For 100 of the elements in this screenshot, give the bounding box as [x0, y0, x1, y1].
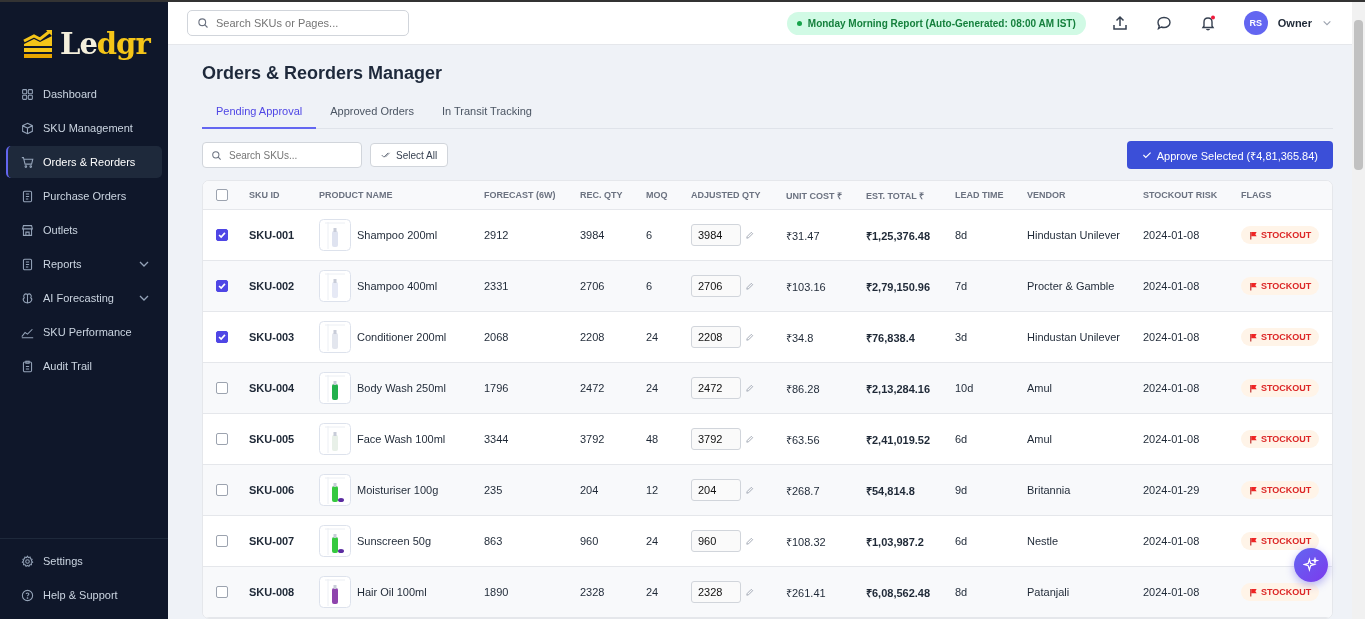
table-cell-text: 2068 — [484, 331, 510, 343]
table-cell-text: ₹86.28 — [786, 381, 821, 396]
checkbox[interactable] — [216, 484, 228, 496]
search-field[interactable]: Search SKUs... — [202, 142, 362, 168]
column-header: LEAD TIME — [955, 190, 1005, 200]
table-cell-text: ₹54,814.8 — [866, 483, 916, 498]
search-field[interactable]: Search SKUs or Pages... — [187, 10, 409, 36]
quantity-field[interactable]: 2706 — [691, 275, 741, 297]
pencil-icon[interactable] — [745, 230, 754, 240]
sidebar-item[interactable]: Purchase Orders — [6, 180, 162, 212]
pencil-icon[interactable] — [745, 434, 754, 444]
column-header: FORECAST (6W) — [484, 190, 557, 200]
document-icon — [21, 189, 34, 203]
table-cell-text: 24 — [646, 535, 660, 547]
table-cell-text: 10d — [955, 382, 975, 394]
table-cell-text: ₹76,838.4 — [866, 330, 916, 345]
checkbox[interactable] — [216, 229, 228, 241]
logo-icon — [22, 29, 54, 59]
checkbox[interactable] — [216, 586, 228, 598]
sidebar-item[interactable]: Dashboard — [6, 78, 162, 110]
column-header: PRODUCT NAME — [319, 190, 394, 200]
checkbox[interactable] — [216, 280, 228, 292]
brain-icon — [21, 291, 34, 305]
report-status-pill[interactable]: Monday Morning Report (Auto-Generated: 08:00 AM IST) — [786, 11, 1086, 35]
table-cell-text: SKU-007 — [249, 535, 296, 547]
quantity-field[interactable]: 960 — [691, 530, 741, 552]
table-cell-text: ₹31.47 — [786, 228, 821, 243]
checkbox[interactable] — [216, 433, 228, 445]
checkbox[interactable] — [216, 331, 228, 343]
sidebar-item[interactable]: Outlets — [6, 214, 162, 246]
stockout-badge: STOCKOUT — [1241, 532, 1320, 550]
tab[interactable]: Approved Orders — [316, 98, 428, 129]
select-all-button[interactable]: Select All — [370, 143, 449, 167]
table-cell-text: 6 — [646, 280, 654, 292]
quantity-field[interactable]: 3984 — [691, 224, 741, 246]
table-cell-text: Nestle — [1027, 535, 1060, 547]
document-icon — [21, 257, 34, 271]
pencil-icon[interactable] — [745, 332, 754, 342]
table-cell-text: Patanjali — [1027, 586, 1071, 598]
pencil-icon[interactable] — [745, 281, 754, 291]
user-name[interactable]: Owner — [1277, 17, 1312, 29]
table-cell-text: ₹2,41,019.52 — [866, 432, 932, 447]
approve-selected-button[interactable]: Approve Selected (₹4,81,365.84) — [1126, 141, 1333, 169]
stockout-badge: STOCKOUT — [1241, 277, 1320, 295]
table-cell-text: 6d — [955, 433, 969, 445]
sidebar-item[interactable]: SKU Performance — [6, 316, 162, 348]
table-cell-text: 1796 — [484, 382, 510, 394]
column-header: ADJUSTED QTY — [691, 190, 762, 200]
column-header: VENDOR — [1027, 190, 1067, 200]
quantity-field[interactable]: 2472 — [691, 377, 741, 399]
sidebar-item[interactable]: Audit Trail — [6, 350, 162, 382]
flag-icon — [1249, 281, 1258, 291]
checkbox[interactable] — [216, 189, 228, 201]
table-cell-text: 2331 — [484, 280, 510, 292]
tab[interactable]: In Transit Tracking — [428, 98, 546, 129]
column-header: STOCKOUT RISK — [1143, 190, 1219, 200]
table-cell: Shampoo 200ml — [357, 229, 438, 241]
table-cell-text: Britannia — [1027, 484, 1072, 496]
table-cell-text: Procter & Gamble — [1027, 280, 1116, 292]
table-cell-text: 2024-01-08 — [1143, 331, 1201, 343]
table-cell-text: 2024-01-08 — [1143, 229, 1201, 241]
flag-icon — [1249, 434, 1258, 444]
quantity-field[interactable]: 2328 — [691, 581, 741, 603]
table-cell: Sunscreen 50g — [357, 535, 431, 547]
sidebar-item[interactable]: AI Forecasting — [6, 282, 162, 314]
quantity-field[interactable]: 204 — [691, 479, 741, 501]
sidebar-item[interactable]: Reports — [6, 248, 162, 280]
stockout-badge: STOCKOUT — [1241, 583, 1320, 601]
table-cell-text: 235 — [484, 484, 504, 496]
flag-icon — [1249, 485, 1258, 495]
table-cell-text: ₹2,79,150.96 — [866, 279, 932, 294]
tab[interactable]: Pending Approval — [202, 98, 317, 129]
table-cell-text: ₹261.41 — [786, 585, 827, 600]
pencil-icon[interactable] — [745, 536, 754, 546]
table-cell-text: Amul — [1027, 382, 1054, 394]
table-cell-text: ₹63.56 — [786, 432, 821, 447]
table-cell-text: 3984 — [580, 229, 606, 241]
settings-icon — [21, 554, 34, 568]
clipboard-icon — [21, 359, 34, 373]
pencil-icon[interactable] — [745, 485, 754, 495]
sidebar-item[interactable]: SKU Management — [6, 112, 162, 144]
scrollbar[interactable] — [1352, 2, 1365, 619]
sidebar-item[interactable]: Settings — [6, 545, 162, 577]
quantity-field[interactable]: 2208 — [691, 326, 741, 348]
page-title: Orders & Reorders Manager — [202, 63, 444, 84]
pencil-icon[interactable] — [745, 587, 754, 597]
table-cell-text: 8d — [955, 586, 969, 598]
checkbox[interactable] — [216, 535, 228, 547]
quantity-field[interactable]: 3792 — [691, 428, 741, 450]
sidebar-item[interactable]: Help & Support — [6, 579, 162, 611]
table-cell-text: ₹6,08,562.48 — [866, 585, 932, 600]
pencil-icon[interactable] — [745, 383, 754, 393]
table-cell-text: SKU-001 — [249, 229, 296, 241]
flag-icon — [1249, 383, 1258, 393]
sidebar-item[interactable]: Orders & Reorders — [6, 146, 162, 178]
table-cell-text: SKU-008 — [249, 586, 296, 598]
checkbox[interactable] — [216, 382, 228, 394]
table-cell-text: 24 — [646, 331, 660, 343]
table-cell-text: 2024-01-08 — [1143, 280, 1201, 292]
avatar[interactable]: RS — [1243, 11, 1268, 35]
